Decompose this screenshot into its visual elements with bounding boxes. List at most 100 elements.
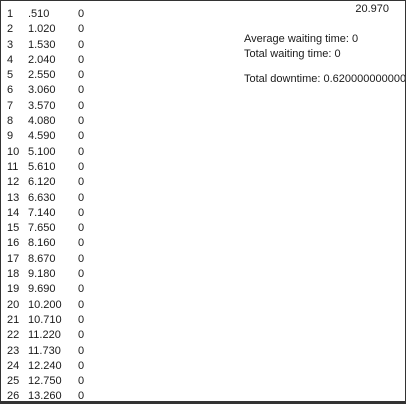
row-wait: 0 <box>78 206 85 219</box>
row-index: 22 <box>7 329 20 342</box>
list-item: 24 12.240 0 <box>7 359 127 374</box>
frame-bottom-border <box>1 401 405 403</box>
list-item: 17 8.670 0 <box>7 252 127 267</box>
row-index: 16 <box>7 237 20 250</box>
row-time: 6.120 <box>28 176 56 189</box>
row-wait: 0 <box>78 329 85 342</box>
row-index: 2 <box>7 23 14 36</box>
average-waiting-time: Average waiting time: 0 <box>244 33 359 45</box>
list-item: 22 11.220 0 <box>7 328 127 343</box>
list-item: 4 2.040 0 <box>7 53 127 68</box>
list-item: 25 12.750 0 <box>7 374 127 389</box>
row-wait: 0 <box>78 176 85 189</box>
row-index: 3 <box>7 38 14 51</box>
list-item: 1 .510 0 <box>7 7 127 22</box>
row-index: 23 <box>7 344 20 357</box>
row-time: 8.160 <box>28 237 56 250</box>
row-wait: 0 <box>78 145 85 158</box>
row-index: 15 <box>7 222 20 235</box>
list-item: 3 1.530 0 <box>7 38 127 53</box>
row-wait: 0 <box>78 191 85 204</box>
row-time: .510 <box>28 8 50 20</box>
top-value-readout: 20.970 <box>355 3 389 15</box>
row-time: 3.570 <box>28 99 56 112</box>
row-wait: 0 <box>78 38 85 51</box>
row-index: 10 <box>7 145 20 158</box>
row-index: 1 <box>7 8 14 20</box>
row-wait: 0 <box>78 84 85 97</box>
row-index: 14 <box>7 206 20 219</box>
row-wait: 0 <box>78 130 85 143</box>
list-item: 9 4.590 0 <box>7 129 127 144</box>
list-item: 13 6.630 0 <box>7 191 127 206</box>
list-item: 12 6.120 0 <box>7 175 127 190</box>
list-item: 16 8.160 0 <box>7 236 127 251</box>
list-item: 21 10.710 0 <box>7 313 127 328</box>
row-wait: 0 <box>78 53 85 66</box>
list-item: 11 5.610 0 <box>7 160 127 175</box>
row-wait: 0 <box>78 99 85 112</box>
row-index: 4 <box>7 53 14 66</box>
row-time: 4.080 <box>28 115 56 128</box>
row-index: 13 <box>7 191 20 204</box>
row-index: 25 <box>7 375 20 388</box>
row-time: 11.220 <box>28 329 61 342</box>
row-index: 17 <box>7 252 20 265</box>
row-wait: 0 <box>78 222 85 235</box>
row-time: 11.730 <box>28 344 61 357</box>
row-time: 5.100 <box>28 145 56 158</box>
row-time: 8.670 <box>28 252 56 265</box>
row-wait: 0 <box>78 375 85 388</box>
row-wait: 0 <box>78 115 85 128</box>
list-item: 15 7.650 0 <box>7 221 127 236</box>
row-wait: 0 <box>78 160 85 173</box>
row-time: 12.750 <box>28 375 62 388</box>
list-item: 5 2.550 0 <box>7 68 127 83</box>
results-list: 1 .510 0 2 1.020 0 3 1.530 0 4 2.040 0 5 2.550 0 6 3.060… <box>7 7 127 403</box>
stats-spacer <box>244 62 405 72</box>
row-wait: 0 <box>78 23 85 36</box>
stats-block: Average waiting time: 0 Total waiting ti… <box>244 32 406 87</box>
row-index: 8 <box>7 115 14 128</box>
list-item: 18 9.180 0 <box>7 267 127 282</box>
row-wait: 0 <box>78 268 85 281</box>
row-time: 3.060 <box>28 84 56 97</box>
row-time: 5.610 <box>28 160 56 173</box>
row-index: 19 <box>7 283 20 296</box>
row-wait: 0 <box>78 237 85 250</box>
list-item: 10 5.100 0 <box>7 145 127 160</box>
total-waiting-time: Total waiting time: 0 <box>244 48 341 60</box>
row-time: 4.590 <box>28 130 56 143</box>
row-time: 9.690 <box>28 283 56 296</box>
row-index: 12 <box>7 176 20 189</box>
row-wait: 0 <box>78 8 85 20</box>
row-time: 1.020 <box>28 23 56 36</box>
row-index: 6 <box>7 84 14 97</box>
row-index: 21 <box>7 313 20 326</box>
row-index: 24 <box>7 359 20 372</box>
total-downtime: Total downtime: 0.6200000000000 <box>244 73 406 85</box>
list-item: 14 7.140 0 <box>7 206 127 221</box>
list-item: 8 4.080 0 <box>7 114 127 129</box>
row-index: 11 <box>7 160 19 173</box>
row-time: 7.650 <box>28 222 56 235</box>
list-item: 2 1.020 0 <box>7 22 127 37</box>
row-index: 18 <box>7 268 20 281</box>
row-index: 7 <box>7 99 14 112</box>
output-panel: 1 .510 0 2 1.020 0 3 1.530 0 4 2.040 0 5 2.550 0 6 3.060… <box>0 0 406 404</box>
list-item: 20 10.200 0 <box>7 298 127 313</box>
row-index: 5 <box>7 69 14 82</box>
list-item: 23 11.730 0 <box>7 344 127 359</box>
list-item: 7 3.570 0 <box>7 99 127 114</box>
list-item: 19 9.690 0 <box>7 282 127 297</box>
row-wait: 0 <box>78 298 85 311</box>
row-wait: 0 <box>78 344 85 357</box>
row-time: 10.200 <box>28 298 62 311</box>
row-time: 10.710 <box>28 313 62 326</box>
row-index: 9 <box>7 130 14 143</box>
row-index: 20 <box>7 298 20 311</box>
row-time: 2.040 <box>28 53 56 66</box>
row-time: 9.180 <box>28 268 56 281</box>
row-wait: 0 <box>78 313 85 326</box>
row-time: 2.550 <box>28 69 56 82</box>
